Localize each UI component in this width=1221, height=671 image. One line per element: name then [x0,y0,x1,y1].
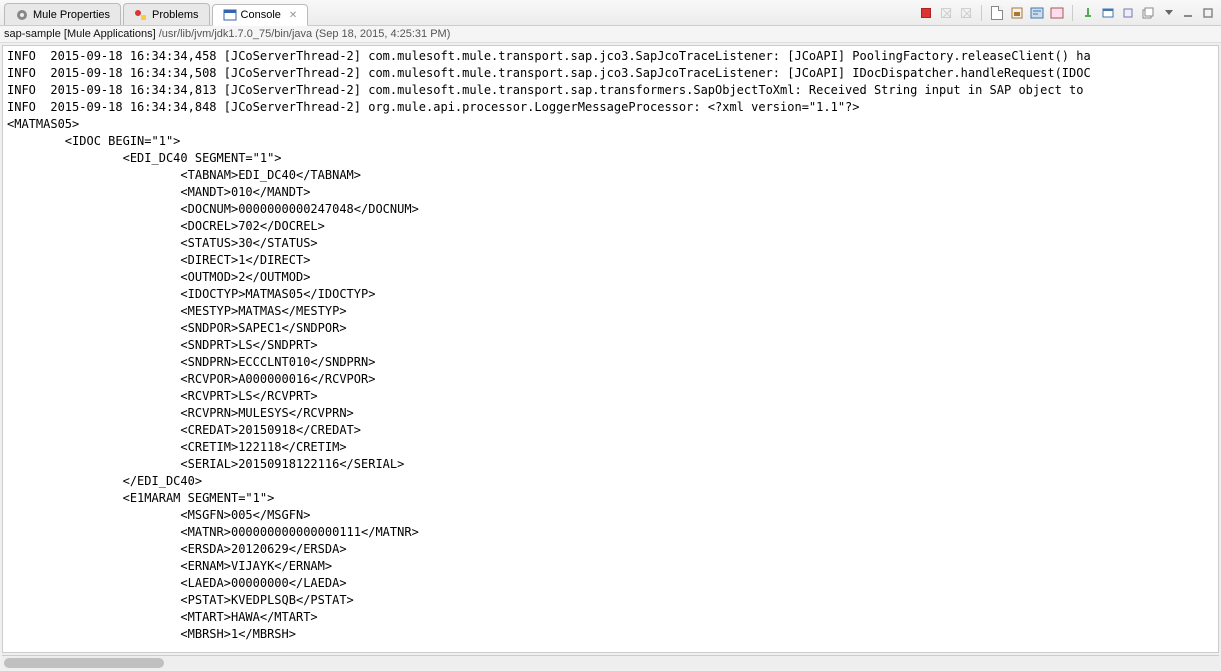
scrollbar-thumb[interactable] [4,658,164,668]
toolbar-separator [1072,5,1073,21]
view-tab-bar: Mule Properties Problems Console ✕ [0,0,1221,26]
launch-description: sap-sample [Mule Applications] /usr/lib/… [0,26,1221,43]
tabs-container: Mule Properties Problems Console ✕ [4,0,310,25]
console-toolbar [917,4,1217,22]
scroll-lock-icon[interactable] [1008,4,1026,22]
horizontal-scrollbar[interactable] [2,655,1219,669]
remove-terminated-icon[interactable] [937,4,955,22]
toolbar-separator [981,5,982,21]
problems-icon [134,8,148,22]
launch-timestamp: (Sep 18, 2015, 4:25:31 PM) [315,28,450,40]
terminate-icon[interactable] [917,4,935,22]
minimize-icon[interactable] [1179,4,1197,22]
maximize-icon[interactable] [1199,4,1217,22]
pin-console-icon[interactable] [1079,4,1097,22]
close-icon[interactable]: ✕ [289,10,297,21]
launch-path: /usr/lib/jvm/jdk1.7.0_75/bin/java [159,28,312,40]
clear-console-icon[interactable] [988,4,1006,22]
gear-icon [15,8,29,22]
display-selected-icon[interactable] [1099,4,1117,22]
open-console-icon[interactable] [1119,4,1137,22]
tab-label: Problems [152,9,198,21]
console-icon [223,8,237,22]
console-output-area[interactable]: INFO 2015-09-18 16:34:34,458 [JCoServerT… [2,45,1219,653]
launch-title: sap-sample [Mule Applications] [4,28,156,40]
tab-label: Console [241,9,281,21]
new-console-icon[interactable] [1139,4,1157,22]
dropdown-icon[interactable] [1159,4,1177,22]
remove-all-terminated-icon[interactable] [957,4,975,22]
tab-label: Mule Properties [33,9,110,21]
tab-problems[interactable]: Problems [123,3,209,25]
show-console-icon[interactable] [1048,4,1066,22]
tab-mule-properties[interactable]: Mule Properties [4,3,121,25]
word-wrap-icon[interactable] [1028,4,1046,22]
tab-console[interactable]: Console ✕ [212,4,309,26]
console-text: INFO 2015-09-18 16:34:34,458 [JCoServerT… [3,46,1218,645]
